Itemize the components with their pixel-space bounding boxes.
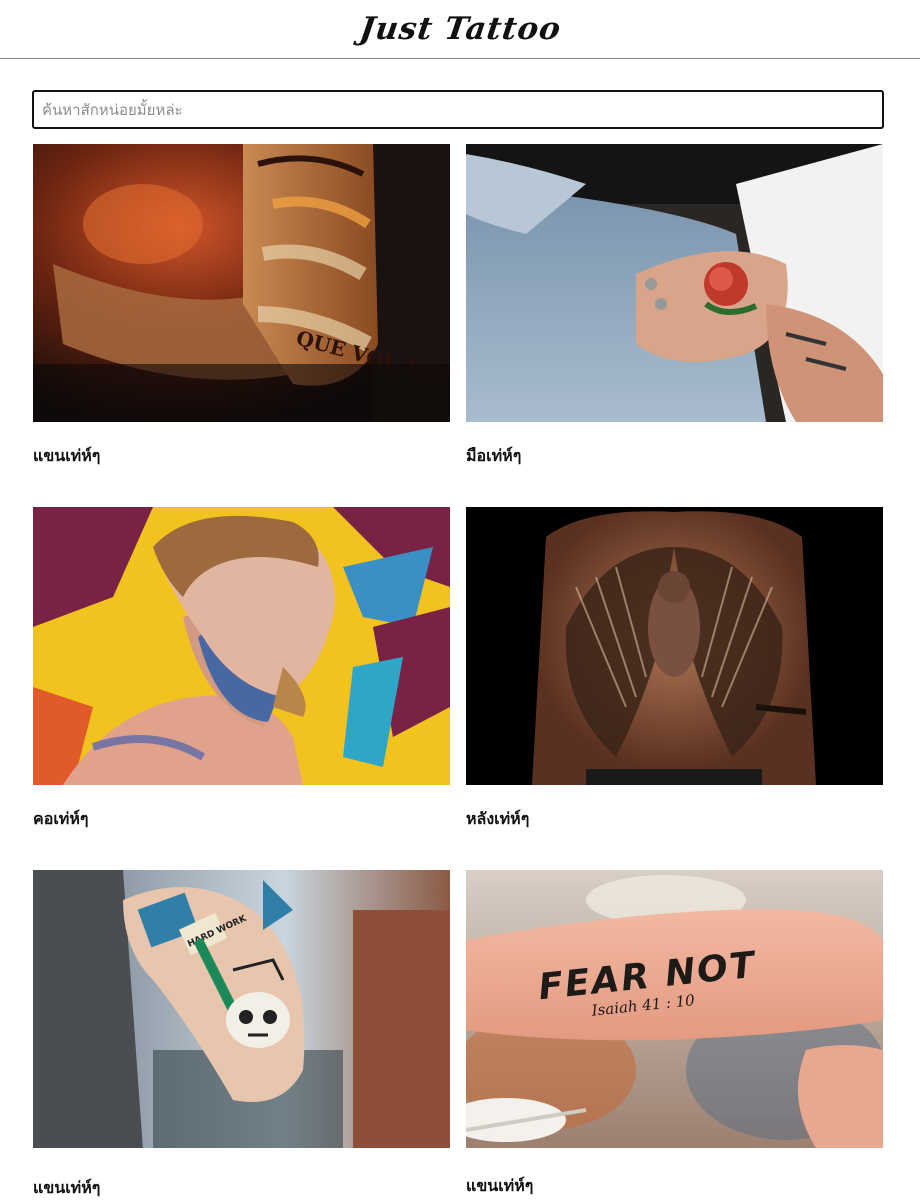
- gallery-caption[interactable]: แขนเท่ห์ๆ: [466, 1174, 533, 1199]
- search-input[interactable]: [32, 90, 884, 129]
- tattooed-hand-rose-photo[interactable]: [466, 144, 883, 422]
- gallery-caption[interactable]: แขนเท่ห์ๆ: [33, 444, 100, 469]
- site-header: Just Tattoo: [0, 0, 920, 59]
- fear-not-forearm-tattoo-photo[interactable]: FEAR NOT Isaiah 41 : 10: [466, 870, 883, 1148]
- gallery-caption[interactable]: หลังเท่ห์ๆ: [466, 807, 529, 832]
- angel-wings-back-tattoo-photo[interactable]: [466, 507, 883, 785]
- gallery-caption[interactable]: คอเท่ห์ๆ: [33, 807, 88, 832]
- site-logo-title[interactable]: Just Tattoo: [357, 11, 563, 47]
- tattooed-neck-man-photo[interactable]: [33, 507, 450, 785]
- gallery-caption[interactable]: มือเท่ห์ๆ: [466, 444, 521, 469]
- gallery-caption[interactable]: แขนเท่ห์ๆ: [33, 1176, 100, 1201]
- skull-arm-tattoo-photo[interactable]: HARD WORK: [33, 870, 450, 1148]
- tattooed-forearm-photo[interactable]: QUE VOU ENTAR: [33, 144, 450, 422]
